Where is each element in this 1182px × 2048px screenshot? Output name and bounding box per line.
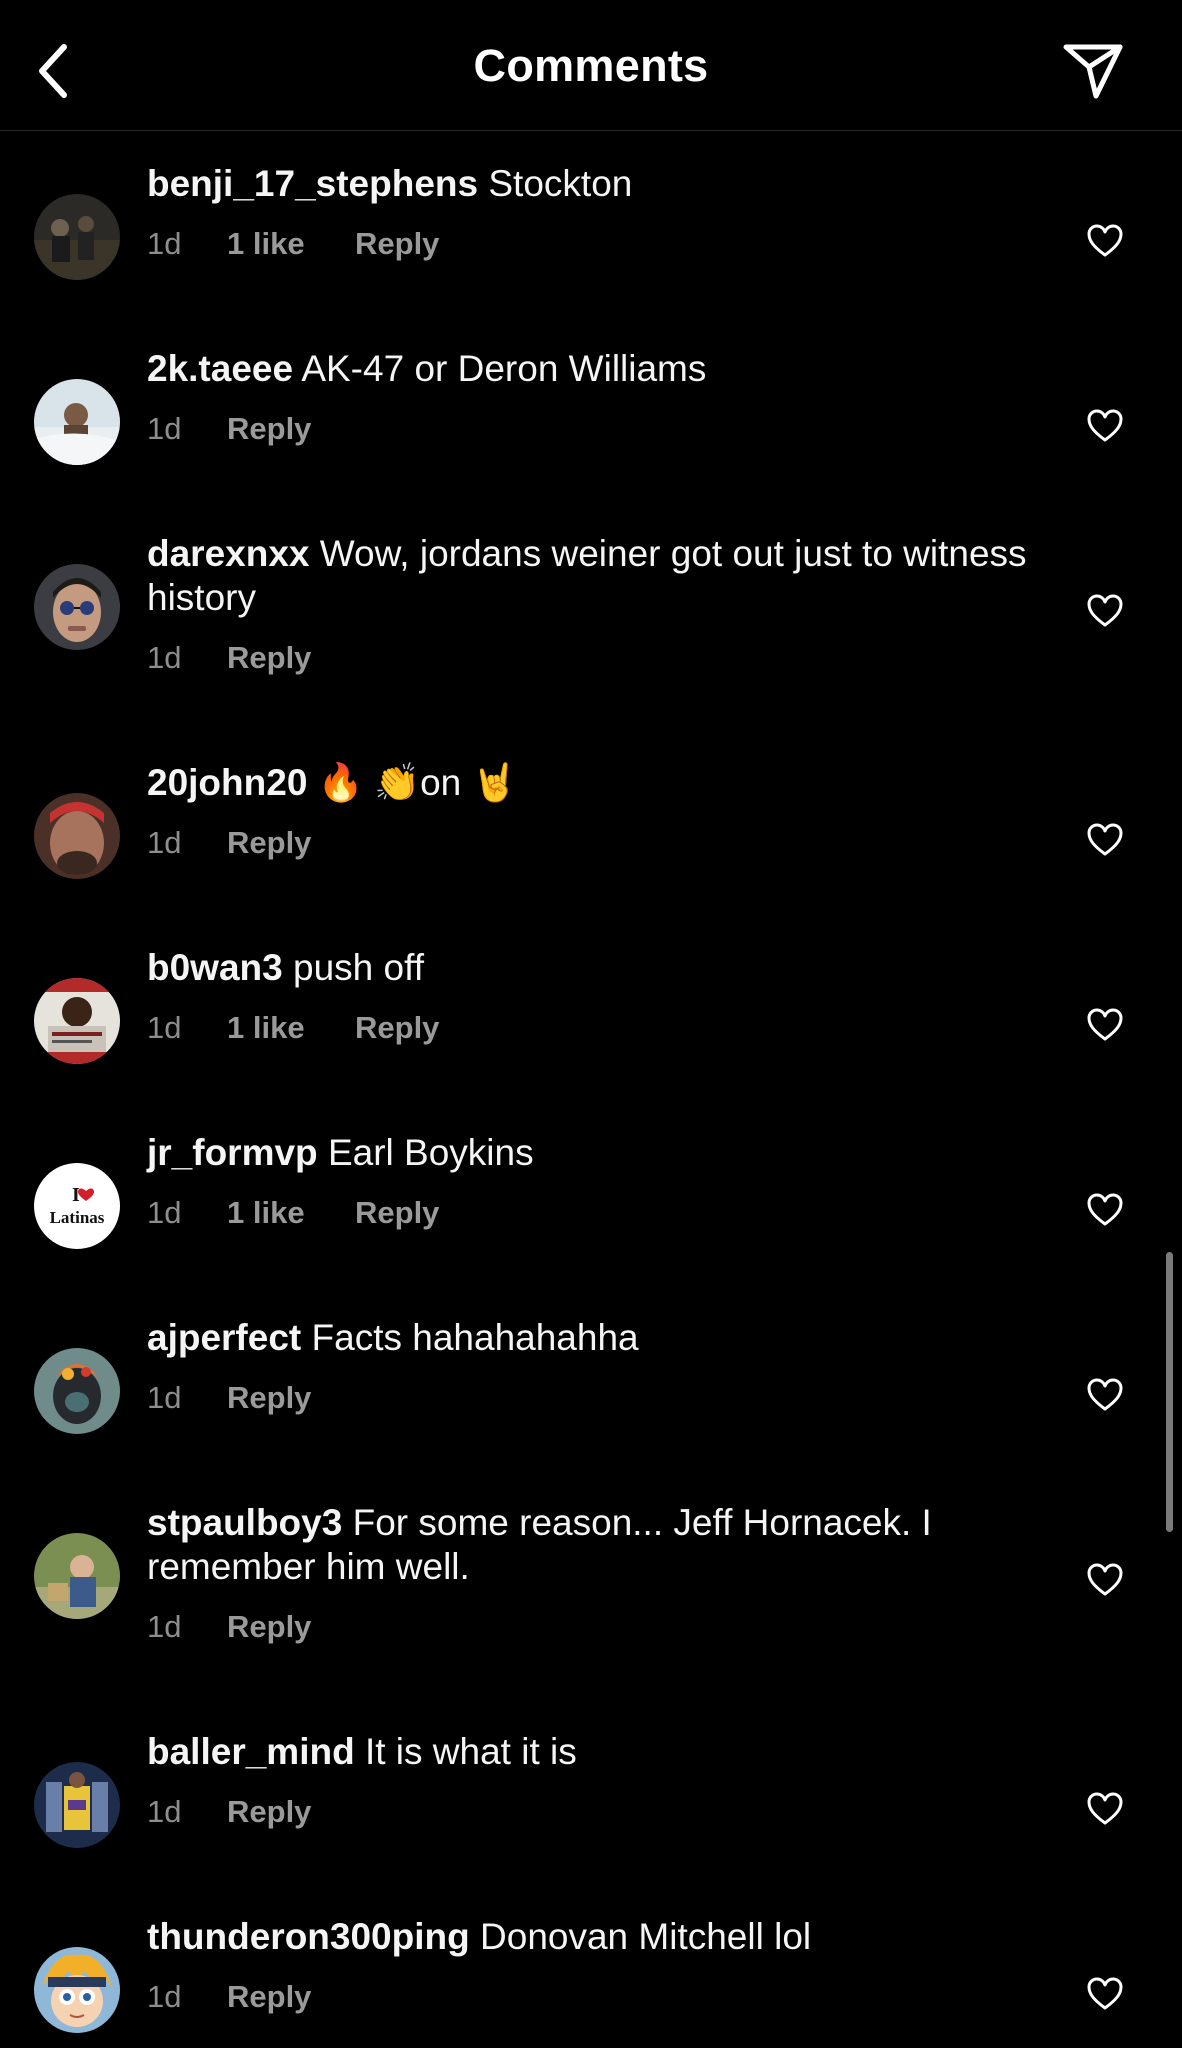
comment-time: 1d <box>147 226 182 261</box>
comment-text: Donovan Mitchell lol <box>480 1916 812 1957</box>
avatar[interactable] <box>34 1762 120 1848</box>
avatar[interactable] <box>34 793 120 879</box>
reply-button[interactable]: Reply <box>227 825 311 861</box>
avatar[interactable]: I Latinas <box>34 1163 120 1249</box>
share-button[interactable] <box>1060 38 1126 104</box>
avatar-text-latinas: Latinas <box>50 1208 105 1227</box>
reply-button[interactable]: Reply <box>355 1195 439 1231</box>
heart-icon[interactable] <box>1086 1192 1124 1228</box>
comment-time: 1d <box>147 411 182 446</box>
comment-time: 1d <box>147 1010 182 1045</box>
comment-time: 1d <box>147 1380 182 1415</box>
heart-icon[interactable] <box>1086 593 1124 629</box>
comment-username[interactable]: ajperfect <box>147 1317 301 1358</box>
avatar[interactable] <box>34 1348 120 1434</box>
comment-text: Stockton <box>488 163 633 204</box>
comment-likes[interactable]: 1 like <box>227 1195 355 1231</box>
heart-icon[interactable] <box>1086 1377 1124 1413</box>
comments-header: Comments <box>0 0 1182 131</box>
comment-username[interactable]: thunderon300ping <box>147 1916 470 1957</box>
heart-icon[interactable] <box>1086 1562 1124 1598</box>
comment-text: Facts hahahahahha <box>311 1317 639 1358</box>
comment-likes[interactable]: 1 like <box>227 226 355 262</box>
heart-icon[interactable] <box>1086 1791 1124 1827</box>
reply-button[interactable]: Reply <box>227 640 311 676</box>
page-title: Comments <box>473 40 709 91</box>
comment-time: 1d <box>147 1979 182 2014</box>
comment-username[interactable]: b0wan3 <box>147 947 283 988</box>
avatar[interactable] <box>34 379 120 465</box>
avatar[interactable] <box>34 978 120 1064</box>
scrollbar[interactable] <box>1166 1252 1173 1532</box>
reply-button[interactable]: Reply <box>227 1609 311 1645</box>
comment-username[interactable]: baller_mind <box>147 1731 355 1772</box>
avatar[interactable] <box>34 194 120 280</box>
heart-icon[interactable] <box>1086 822 1124 858</box>
comment-username[interactable]: 20john20 <box>147 762 307 803</box>
comment-time: 1d <box>147 1794 182 1829</box>
avatar[interactable] <box>34 564 120 650</box>
comment-username[interactable]: darexnxx <box>147 533 310 574</box>
paper-plane-icon <box>1063 44 1123 99</box>
comment-username[interactable]: jr_formvp <box>147 1132 318 1173</box>
heart-icon[interactable] <box>1086 1007 1124 1043</box>
comment-text: AK-47 or Deron Williams <box>301 348 707 389</box>
avatar-text-i: I <box>72 1184 80 1206</box>
reply-button[interactable]: Reply <box>355 1010 439 1046</box>
comment-time: 1d <box>147 640 182 675</box>
comment-username[interactable]: 2k.taeee <box>147 348 293 389</box>
avatar[interactable] <box>34 1947 120 2033</box>
heart-icon[interactable] <box>1086 223 1124 259</box>
comment-time: 1d <box>147 1609 182 1644</box>
comment-likes[interactable]: 1 like <box>227 1010 355 1046</box>
reply-button[interactable]: Reply <box>355 226 439 262</box>
comment-text: 🔥 👏on 🤘 <box>317 762 518 803</box>
comment-text: It is what it is <box>364 1731 577 1772</box>
reply-button[interactable]: Reply <box>227 1380 311 1416</box>
comment-username[interactable]: stpaulboy3 <box>147 1502 342 1543</box>
comment-username[interactable]: benji_17_stephens <box>147 163 478 204</box>
avatar[interactable] <box>34 1533 120 1619</box>
reply-button[interactable]: Reply <box>227 1979 311 2015</box>
comment-time: 1d <box>147 1195 182 1230</box>
heart-icon[interactable] <box>1086 1976 1124 2012</box>
heart-icon[interactable] <box>1086 408 1124 444</box>
comment-text: push off <box>293 947 424 988</box>
reply-button[interactable]: Reply <box>227 411 311 447</box>
reply-button[interactable]: Reply <box>227 1794 311 1830</box>
comment-time: 1d <box>147 825 182 860</box>
comment-text: Earl Boykins <box>327 1132 534 1173</box>
